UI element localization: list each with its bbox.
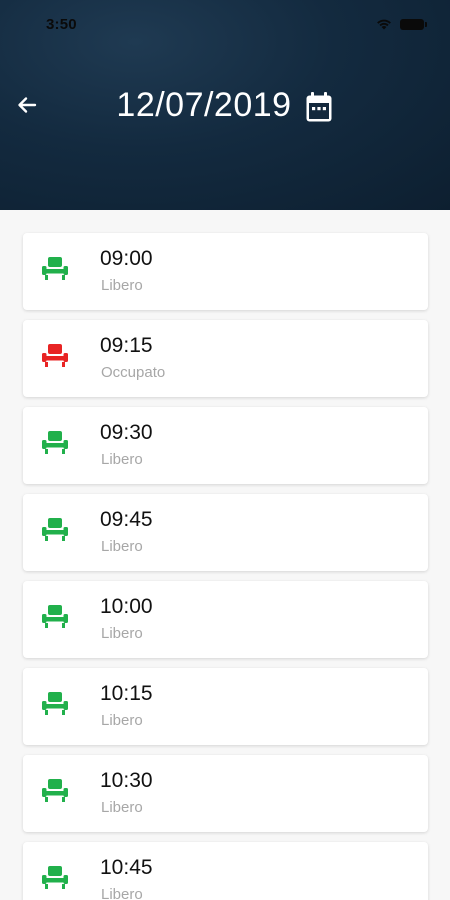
screen: 3:50 12/07/2019 09:00 Libero 09:15 Occup… xyxy=(0,0,450,900)
seat-icon xyxy=(42,692,68,715)
status-time: 3:50 xyxy=(46,16,77,33)
slot-time: 10:45 xyxy=(100,856,153,879)
status-bar: 3:50 xyxy=(0,0,450,50)
list-item[interactable]: 10:30 Libero xyxy=(23,755,428,832)
slot-time: 09:00 xyxy=(100,247,153,270)
slot-status: Libero xyxy=(101,799,143,816)
slot-time: 10:00 xyxy=(100,595,153,618)
slot-status: Libero xyxy=(101,538,143,555)
slot-time: 09:45 xyxy=(100,508,153,531)
slot-status: Libero xyxy=(101,712,143,729)
slot-time: 10:30 xyxy=(100,769,153,792)
title-bar: 12/07/2019 xyxy=(0,80,450,130)
calendar-button[interactable] xyxy=(304,90,334,124)
page-title: 12/07/2019 xyxy=(116,85,292,124)
seat-icon xyxy=(42,779,68,802)
slot-time: 09:15 xyxy=(100,334,153,357)
slot-time: 09:30 xyxy=(100,421,153,444)
list-item[interactable]: 09:30 Libero xyxy=(23,407,428,484)
header: 3:50 12/07/2019 xyxy=(0,0,450,210)
slot-status: Occupato xyxy=(101,364,166,381)
calendar-icon xyxy=(306,92,332,122)
list-item[interactable]: 09:15 Occupato xyxy=(23,320,428,397)
wifi-icon xyxy=(377,19,391,30)
seat-icon xyxy=(42,605,68,628)
slot-list: 09:00 Libero 09:15 Occupato 09:30 Libero 09:45… xyxy=(23,233,428,900)
list-item[interactable]: 10:45 Libero xyxy=(23,842,428,900)
list-item[interactable]: 09:00 Libero xyxy=(23,233,428,310)
seat-icon xyxy=(42,866,68,889)
status-icons xyxy=(376,18,427,30)
list-item[interactable]: 10:00 Libero xyxy=(23,581,428,658)
list-item[interactable]: 09:45 Libero xyxy=(23,494,428,571)
battery-icon xyxy=(400,18,427,30)
slot-time: 10:15 xyxy=(100,682,153,705)
seat-icon xyxy=(42,518,68,541)
slot-status: Libero xyxy=(101,886,143,900)
seat-icon xyxy=(42,344,68,367)
seat-icon xyxy=(42,431,68,454)
list-item[interactable]: 10:15 Libero xyxy=(23,668,428,745)
slot-status: Libero xyxy=(101,625,143,642)
slot-status: Libero xyxy=(101,451,143,468)
seat-icon xyxy=(42,257,68,280)
slot-status: Libero xyxy=(101,277,143,294)
